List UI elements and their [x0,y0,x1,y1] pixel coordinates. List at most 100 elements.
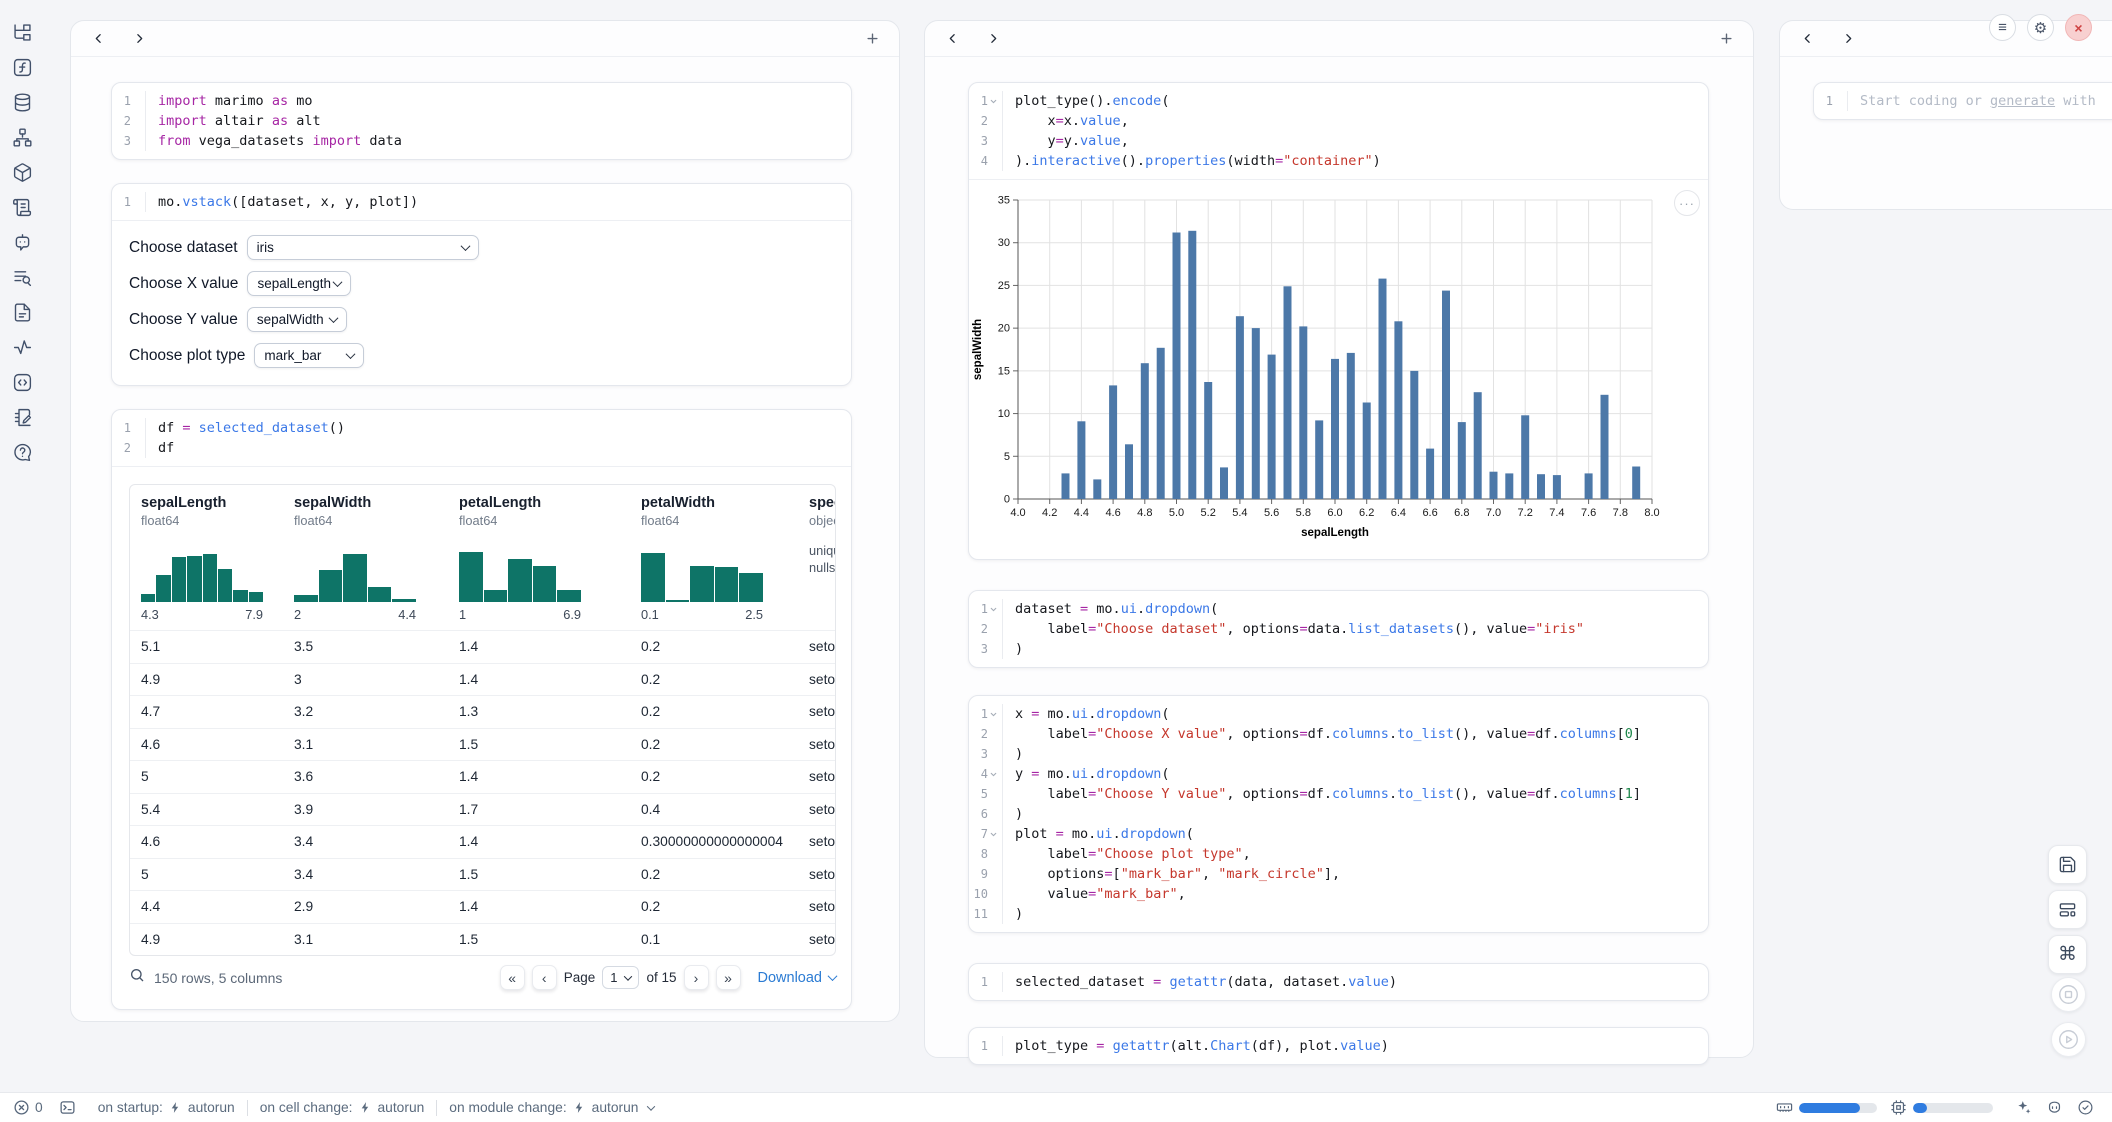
dependency-graph-icon[interactable] [11,126,33,148]
ai-chat-icon[interactable] [11,231,33,253]
last-page-button[interactable]: » [716,965,741,990]
fold-chevron-icon[interactable] [988,769,998,779]
code-line[interactable]: 4).interactive().properties(width="conta… [969,151,1708,171]
column-histogram[interactable] [641,542,763,602]
code-editor[interactable]: 1plot_type().encode(2 x=x.value,3 y=y.va… [969,83,1708,179]
scratchpad-icon[interactable] [11,406,33,428]
code-line[interactable]: 3 y=y.value, [969,131,1708,151]
datasources-icon[interactable] [11,91,33,113]
code-editor[interactable]: 1import marimo as mo2import altair as al… [112,83,851,159]
code-editor[interactable]: 1mo.vstack([dataset, x, y, plot]) [112,184,851,220]
save-button[interactable] [2048,845,2087,884]
fold-chevron-icon[interactable] [988,96,998,106]
download-button[interactable]: Download [758,970,837,986]
column-header[interactable]: species [809,495,835,511]
column-prev-button[interactable] [1796,28,1818,50]
dropdown-select[interactable]: sepalLength [247,271,351,296]
prev-page-button[interactable]: ‹ [532,965,557,990]
code-editor[interactable]: 1dataset = mo.ui.dropdown(2 label="Choos… [969,591,1708,667]
fold-chevron-icon[interactable] [988,829,998,839]
errors-icon[interactable] [13,1099,30,1116]
output-actions-button[interactable]: ··· [1674,190,1700,216]
table-row[interactable]: 4.42.91.40.2setosa [130,890,835,923]
menu-icon[interactable]: ≡ [1989,14,2016,41]
code-editor[interactable]: 1x = mo.ui.dropdown(2 label="Choose X va… [969,696,1708,932]
generate-with-ai-link[interactable]: generate [1990,93,2055,109]
cell-xy-plot-dropdowns[interactable]: 1x = mo.ui.dropdown(2 label="Choose X va… [968,695,1709,933]
help-icon[interactable] [11,441,33,463]
code-line[interactable]: 1selected_dataset = getattr(data, datase… [969,972,1708,992]
logs-icon[interactable] [11,196,33,218]
code-line[interactable]: 1import marimo as mo [112,91,851,111]
stop-button[interactable] [2051,977,2086,1012]
column-header[interactable]: sepalWidth [294,495,448,511]
add-cell-button[interactable] [1715,28,1737,50]
table-row[interactable]: 4.93.11.50.1setosa [130,923,835,956]
code-line[interactable]: 2df [112,438,851,458]
dropdown-select[interactable]: mark_bar [254,343,364,368]
code-line[interactable]: 1dataset = mo.ui.dropdown( [969,599,1708,619]
first-page-button[interactable]: « [500,965,525,990]
close-icon[interactable]: × [2065,14,2092,41]
code-line[interactable]: 3) [969,744,1708,764]
cell-dataframe[interactable]: 1df = selected_dataset()2df sepalLengthf… [111,409,852,1010]
column-histogram[interactable] [294,542,416,602]
code-line[interactable]: 3) [969,639,1708,659]
connection-status-icon[interactable] [2077,1099,2094,1116]
cell-imports[interactable]: 1import marimo as mo2import altair as al… [111,82,852,160]
cell-selected-dataset[interactable]: 1selected_dataset = getattr(data, datase… [968,963,1709,1001]
table-row[interactable]: 4.63.11.50.2setosa [130,728,835,761]
column-next-button[interactable] [128,28,150,50]
fold-chevron-icon[interactable] [988,709,998,719]
code-editor[interactable]: 1selected_dataset = getattr(data, datase… [969,964,1708,1000]
code-editor[interactable]: 1plot_type = getattr(alt.Chart(df), plot… [969,1028,1708,1064]
column-histogram[interactable] [141,542,263,602]
code-line[interactable]: 2 label="Choose dataset", options=data.l… [969,619,1708,639]
code-line[interactable]: 10 value="mark_bar", [969,884,1708,904]
code-line[interactable]: 2 x=x.value, [969,111,1708,131]
search-icon[interactable] [129,967,145,988]
column-header[interactable]: petalWidth [641,495,798,511]
code-line[interactable]: 4y = mo.ui.dropdown( [969,764,1708,784]
column-header[interactable]: sepalLength [141,495,283,511]
cell-empty[interactable]: 1 Start coding or generate with [1813,82,2112,120]
tracing-icon[interactable] [11,336,33,358]
code-line[interactable]: 1df = selected_dataset() [112,418,851,438]
table-row[interactable]: 5.13.51.40.2setosa [130,630,835,663]
code-line[interactable]: 1plot_type().encode( [969,91,1708,111]
column-header[interactable]: petalLength [459,495,630,511]
column-next-button[interactable] [982,28,1004,50]
run-button[interactable] [2051,1022,2086,1057]
code-placeholder[interactable]: Start coding or generate with [1848,91,2096,111]
cell-dataset-dropdown[interactable]: 1dataset = mo.ui.dropdown(2 label="Choos… [968,590,1709,668]
snippets-icon[interactable] [11,371,33,393]
code-line[interactable]: 7plot = mo.ui.dropdown( [969,824,1708,844]
outline-icon[interactable] [11,266,33,288]
code-line[interactable]: 9 options=["mark_bar", "mark_circle"], [969,864,1708,884]
settings-gear-icon[interactable]: ⚙ [2027,14,2054,41]
dropdown-select[interactable]: sepalWidth [247,307,347,332]
next-page-button[interactable]: › [684,965,709,990]
code-line[interactable]: 1x = mo.ui.dropdown( [969,704,1708,724]
code-line[interactable]: 2 label="Choose X value", options=df.col… [969,724,1708,744]
code-line[interactable]: 8 label="Choose plot type", [969,844,1708,864]
file-tree-icon[interactable] [11,21,33,43]
altair-chart[interactable]: 4.04.24.44.64.85.05.25.45.65.86.06.26.46… [969,184,1708,561]
on-startup-setting[interactable]: on startup: autorun [98,1100,235,1115]
on-module-change-setting[interactable]: on module change: autorun [449,1100,654,1115]
column-prev-button[interactable] [941,28,963,50]
cell-vstack[interactable]: 1mo.vstack([dataset, x, y, plot]) Choose… [111,183,852,386]
documentation-icon[interactable] [11,301,33,323]
code-line[interactable]: 2import altair as alt [112,111,851,131]
keyboard-shortcuts-button[interactable]: ⌘ [2048,935,2087,974]
code-line[interactable]: 6) [969,804,1708,824]
code-line[interactable]: 5 label="Choose Y value", options=df.col… [969,784,1708,804]
ai-sparkles-icon[interactable] [2015,1099,2032,1116]
terminal-icon[interactable] [59,1099,76,1116]
on-cell-change-setting[interactable]: on cell change: autorun [260,1100,425,1115]
layout-button[interactable] [2048,890,2087,929]
fold-chevron-icon[interactable] [988,604,998,614]
packages-icon[interactable] [11,161,33,183]
code-line[interactable]: 3from vega_datasets import data [112,131,851,151]
code-line[interactable]: 1mo.vstack([dataset, x, y, plot]) [112,192,851,212]
